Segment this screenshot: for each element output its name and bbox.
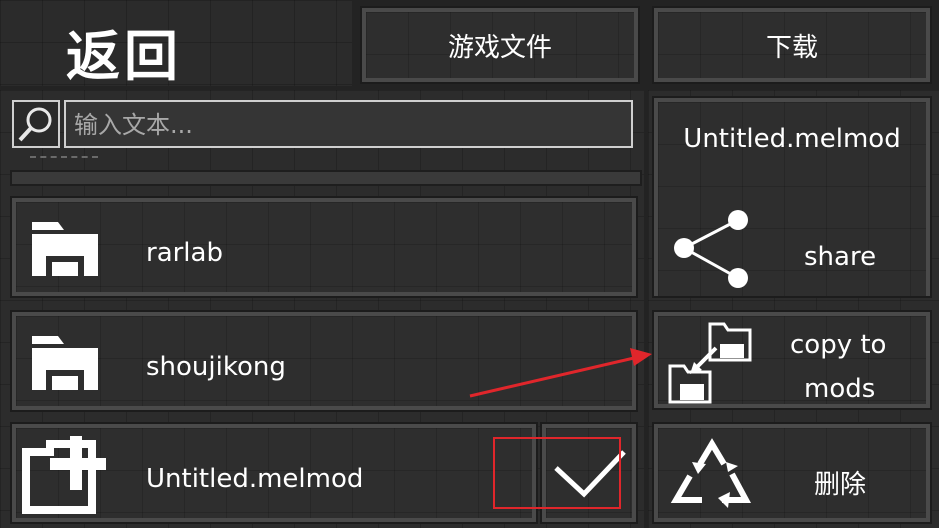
delete-label: 删除	[814, 470, 867, 500]
selected-file-name: Untitled.melmod	[683, 124, 901, 154]
back-button[interactable]: 返回	[0, 0, 352, 88]
search-button[interactable]	[12, 100, 60, 148]
list-header-strip	[10, 170, 642, 186]
folder-icon	[32, 336, 98, 390]
list-item[interactable]: rarlab	[10, 196, 638, 298]
file-name: shoujikong	[146, 352, 286, 382]
copy-label-line1: copy to	[790, 330, 887, 360]
search-input[interactable]	[72, 108, 626, 142]
search-icon	[18, 107, 52, 142]
back-label: 返回	[66, 25, 182, 88]
list-item[interactable]: Untitled.melmod	[10, 422, 538, 524]
share-button[interactable]	[654, 196, 930, 296]
mod-file-icon	[22, 436, 106, 514]
download-button[interactable]: 下载	[652, 6, 932, 84]
download-label: 下载	[765, 32, 818, 63]
search-field[interactable]	[64, 100, 633, 148]
delete-button[interactable]: 删除	[652, 422, 932, 524]
recycle-icon	[670, 438, 752, 508]
copy-folder-icon	[668, 322, 752, 404]
game-files-label: 游戏文件	[447, 32, 552, 63]
folder-icon	[32, 222, 98, 276]
list-item[interactable]: shoujikong	[10, 310, 638, 412]
file-name: Untitled.melmod	[146, 464, 364, 494]
copy-to-mods-button[interactable]: copy to mods	[652, 310, 932, 410]
scroll-indicator	[30, 156, 98, 164]
annotation-highlight-box	[493, 437, 621, 509]
file-name: rarlab	[146, 238, 223, 268]
game-files-button[interactable]: 游戏文件	[360, 6, 640, 84]
copy-label-line2: mods	[804, 374, 876, 404]
